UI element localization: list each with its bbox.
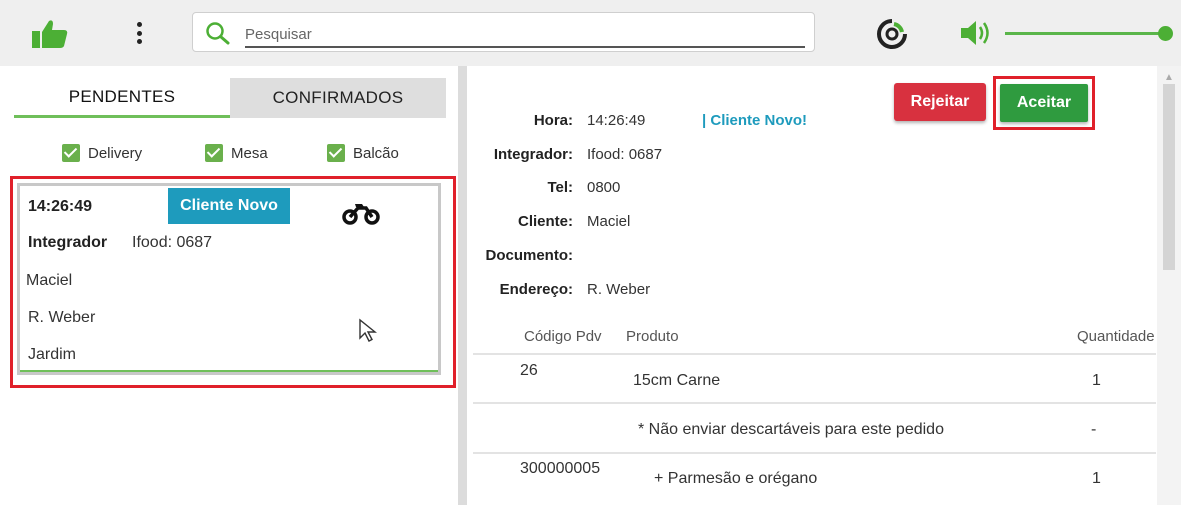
hora-value: 14:26:49 <box>587 112 646 129</box>
scrollbar-thumb[interactable] <box>1163 84 1175 270</box>
checkbox-balcao[interactable] <box>327 144 345 162</box>
tel-value: 0800 <box>587 179 621 196</box>
table-divider <box>473 402 1156 404</box>
order-time: 14:26:49 <box>28 198 93 215</box>
column-header-quantity: Quantidade <box>1077 328 1155 345</box>
new-client-badge: Cliente Novo <box>168 188 290 224</box>
search-box <box>192 12 815 52</box>
hora-label: Hora: <box>533 112 573 129</box>
motorcycle-icon <box>342 200 380 226</box>
new-client-tag: | Cliente Novo! <box>702 112 808 129</box>
checkbox-delivery[interactable] <box>62 144 80 162</box>
cliente-label: Cliente: <box>517 213 573 230</box>
filter-delivery[interactable]: Delivery <box>62 144 142 162</box>
tab-confirmados[interactable]: CONFIRMADOS <box>230 78 446 118</box>
order-customer: Maciel <box>26 272 73 289</box>
row-product: * Não enviar descartáveis para este pedi… <box>638 421 944 438</box>
order-card[interactable]: 14:26:49 Cliente Novo Integrador Ifood: … <box>20 186 438 372</box>
order-type-filters: Delivery Mesa Balcão <box>0 144 458 168</box>
volume-slider-handle[interactable] <box>1158 26 1173 41</box>
documento-label: Documento: <box>485 247 574 264</box>
checkbox-mesa[interactable] <box>205 144 223 162</box>
accept-button[interactable]: Aceitar <box>1000 84 1088 122</box>
thumbs-up-icon[interactable] <box>30 18 70 50</box>
vertical-scrollbar[interactable]: ▲ <box>1157 66 1181 505</box>
row-quantity: - <box>1091 421 1097 438</box>
orders-panel: PENDENTES CONFIRMADOS Delivery Mesa Balc… <box>0 66 458 505</box>
order-detail-panel: Rejeitar Aceitar Hora: 14:26:49 | Client… <box>467 66 1181 505</box>
endereco-value: R. Weber <box>587 281 651 298</box>
vertical-dots-icon[interactable] <box>132 20 146 46</box>
filter-balcao-label: Balcão <box>353 144 399 162</box>
search-icon[interactable] <box>205 21 231 45</box>
search-input[interactable] <box>245 22 805 48</box>
tel-label: Tel: <box>547 179 573 196</box>
row-code: 300000005 <box>520 460 601 477</box>
row-product: + Parmesão e orégano <box>654 470 818 487</box>
row-quantity: 1 <box>1092 470 1101 487</box>
integrador-value: Ifood: 0687 <box>587 146 663 163</box>
order-integrator-label: Integrador <box>28 234 108 251</box>
filter-mesa-label: Mesa <box>231 144 268 162</box>
filter-mesa[interactable]: Mesa <box>205 144 268 162</box>
table-divider <box>473 353 1156 355</box>
order-street: R. Weber <box>28 309 96 326</box>
mouse-cursor-icon <box>358 318 378 344</box>
volume-slider[interactable] <box>1005 26 1173 41</box>
column-header-product: Produto <box>626 328 679 345</box>
row-code: 26 <box>520 362 538 379</box>
filter-delivery-label: Delivery <box>88 144 143 162</box>
order-integrator-value: Ifood: 0687 <box>132 234 213 251</box>
row-quantity: 1 <box>1092 372 1101 389</box>
row-product: 15cm Carne <box>633 372 721 389</box>
refresh-icon[interactable] <box>874 16 910 52</box>
filter-balcao[interactable]: Balcão <box>327 144 399 162</box>
speaker-icon[interactable] <box>958 18 994 48</box>
order-district: Jardim <box>28 346 77 363</box>
column-header-code: Código Pdv <box>524 328 602 345</box>
table-divider <box>473 452 1156 454</box>
tab-pendentes[interactable]: PENDENTES <box>14 78 230 118</box>
top-toolbar <box>0 0 1181 66</box>
cliente-value: Maciel <box>587 213 631 230</box>
panel-divider <box>458 66 467 505</box>
endereco-label: Endereço: <box>499 281 573 298</box>
scroll-up-icon[interactable]: ▲ <box>1164 72 1174 83</box>
integrador-label: Integrador: <box>493 146 573 163</box>
reject-button[interactable]: Rejeitar <box>894 83 986 121</box>
